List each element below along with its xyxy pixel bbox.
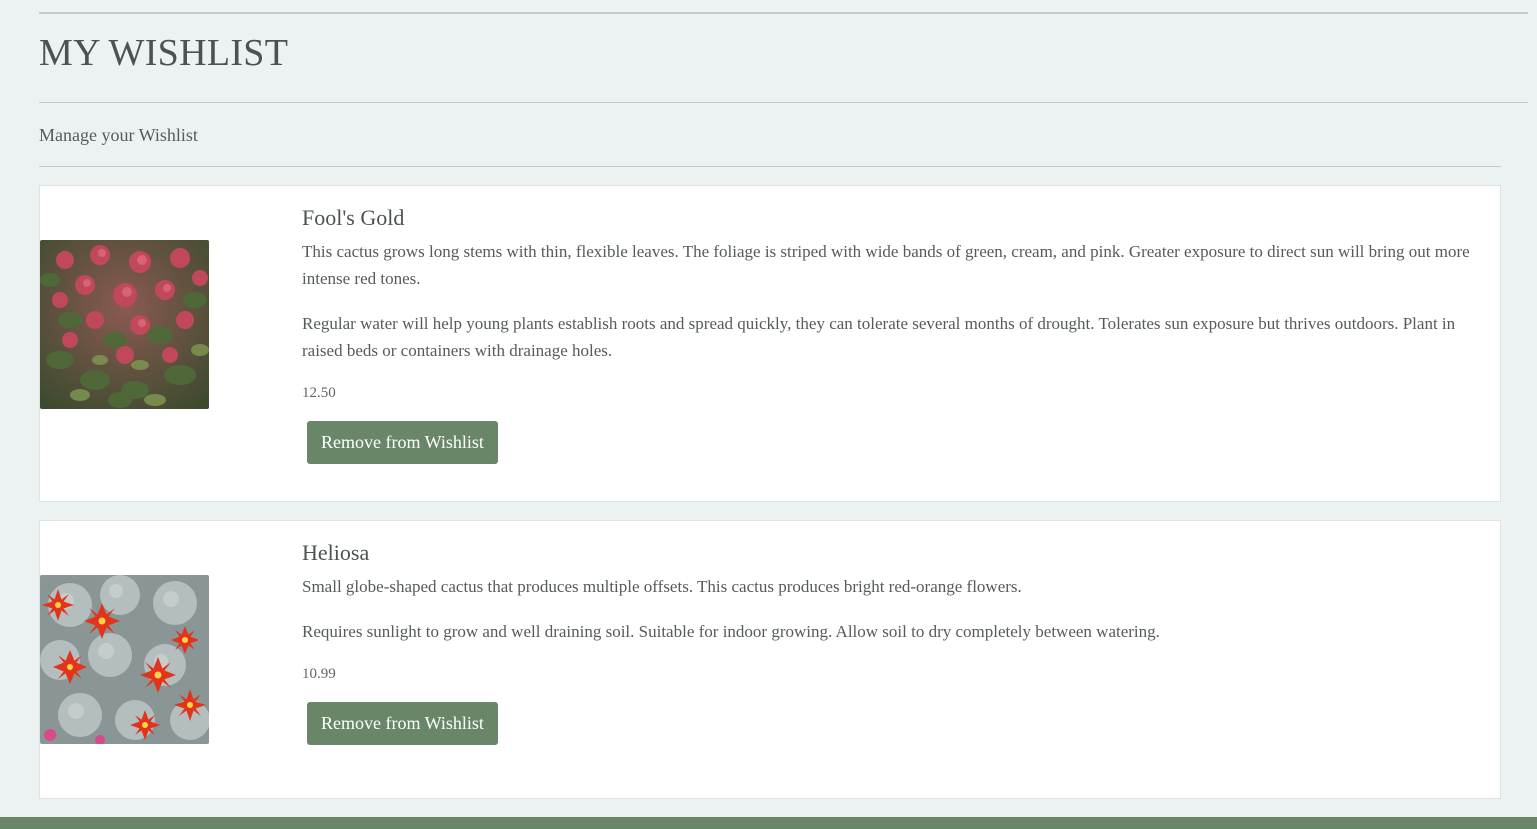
product-price: 10.99 (302, 666, 336, 682)
remove-from-wishlist-button[interactable]: Remove from Wishlist (307, 421, 498, 464)
product-image (40, 575, 209, 744)
remove-from-wishlist-button[interactable]: Remove from Wishlist (307, 702, 498, 745)
page-subtitle: Manage your Wishlist (39, 125, 198, 145)
product-description: This cactus grows long stems with thin, … (302, 242, 1470, 288)
wishlist-item: Fool's Gold This cactus grows long stems… (39, 185, 1501, 502)
product-name: Heliosa (302, 540, 370, 565)
product-care-info: Requires sunlight to grow and well drain… (302, 622, 1160, 641)
title-divider (39, 102, 1528, 103)
item-details: Fool's Gold This cactus grows long stems… (302, 204, 1482, 464)
product-name: Fool's Gold (302, 205, 405, 230)
item-details: Heliosa Small globe-shaped cactus that p… (302, 539, 1482, 745)
subtitle-divider (39, 166, 1501, 167)
wishlist-item: Heliosa Small globe-shaped cactus that p… (39, 520, 1501, 799)
product-description: Small globe-shaped cactus that produces … (302, 577, 1022, 596)
product-price: 12.50 (302, 385, 336, 401)
footer-bar (0, 817, 1537, 829)
product-care-info: Regular water will help young plants est… (302, 314, 1456, 360)
product-image (40, 240, 209, 409)
top-divider (39, 12, 1528, 14)
page-title: MY WISHLIST (39, 32, 289, 74)
